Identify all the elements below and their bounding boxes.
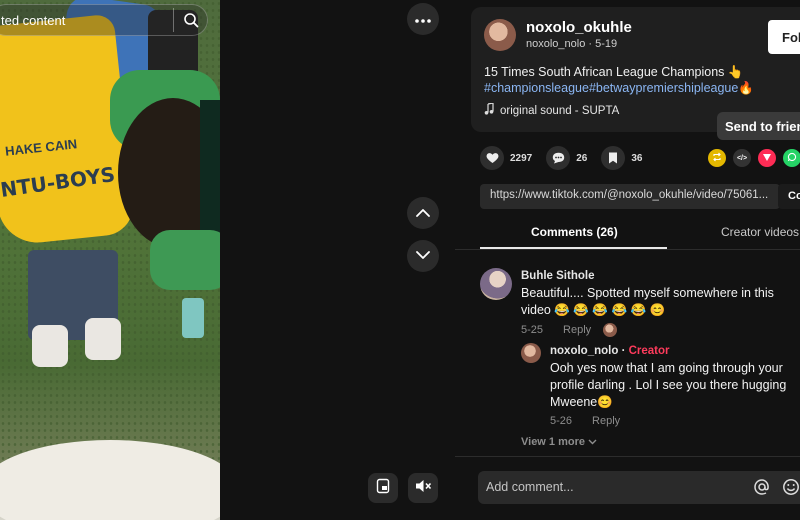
composer-divider xyxy=(455,456,800,457)
comment-meta: 5-25 Reply xyxy=(521,323,618,337)
video-player[interactable]: HAKE CAIN NTU-BOYS ted content xyxy=(0,0,220,520)
reply-reply-button[interactable]: Reply xyxy=(592,415,620,427)
more-options-icon xyxy=(415,10,431,28)
video-shoe-left xyxy=(32,325,68,367)
creator-liked-avatar xyxy=(603,323,618,337)
music-note-icon xyxy=(484,102,494,118)
reply-date: 5-26 xyxy=(550,415,573,427)
comment-text: Beautiful.... Spotted myself somewhere i… xyxy=(521,286,774,317)
next-video-button[interactable] xyxy=(407,240,439,272)
send-to-friends-tooltip: Send to friends xyxy=(717,112,800,140)
mini-player-button[interactable] xyxy=(368,473,398,503)
view-more-replies-button[interactable]: View 1 more xyxy=(521,436,597,448)
post-description-text: 15 Times South African League Champions … xyxy=(484,65,744,79)
add-comment-input[interactable] xyxy=(486,477,726,497)
search-bar[interactable]: ted content xyxy=(0,4,208,36)
whatsapp-icon xyxy=(787,152,797,164)
comment-composer xyxy=(478,471,800,504)
author-avatar[interactable] xyxy=(484,19,516,51)
bookmark-icon xyxy=(601,146,626,170)
author-username[interactable]: noxolo_okuhle xyxy=(526,19,632,36)
volume-muted-icon xyxy=(414,478,432,499)
commenter-avatar[interactable] xyxy=(480,268,512,300)
action-bar: 2297 26 36 xyxy=(480,146,657,170)
video-white-fluff xyxy=(0,440,220,520)
whatsapp-share-button[interactable] xyxy=(783,149,800,167)
embed-button[interactable]: </> xyxy=(733,149,751,167)
comment-count: 26 xyxy=(576,152,588,164)
video-edge-shadow xyxy=(200,100,220,250)
mention-icon[interactable] xyxy=(753,478,771,501)
author-handle-date: noxolo_nolo · 5-19 xyxy=(526,38,618,50)
tab-comments[interactable]: Comments (26) xyxy=(531,225,618,239)
reply-author-name[interactable]: noxolo_nolo xyxy=(550,345,618,357)
like-button[interactable]: 2297 xyxy=(480,146,532,170)
reply-meta: 5-26 Reply xyxy=(550,415,620,427)
video-bottle xyxy=(182,298,204,338)
reply-author-line: noxolo_nolo · Creator xyxy=(550,345,670,357)
like-count: 2297 xyxy=(510,152,533,164)
reply-separator: · xyxy=(621,345,629,357)
active-tab-indicator xyxy=(480,247,667,249)
search-icon[interactable] xyxy=(173,8,207,32)
reply-text: Ooh yes now that I am going through your… xyxy=(550,361,787,409)
video-green-arm xyxy=(150,230,220,290)
comment-reply-button[interactable]: Reply xyxy=(563,324,591,336)
post-hashtags[interactable]: #championsleague#betwaypremiershipleague… xyxy=(484,80,800,96)
search-input-text[interactable]: ted content xyxy=(0,13,173,28)
previous-video-button[interactable] xyxy=(407,197,439,229)
save-count: 36 xyxy=(631,152,643,164)
copy-link-button[interactable]: Co xyxy=(778,184,800,209)
share-repost-button[interactable] xyxy=(708,149,726,167)
sound-label: original sound - SUPTA xyxy=(500,104,620,117)
emoji-icon[interactable] xyxy=(782,478,800,501)
comment-tabs: Comments (26) Creator videos xyxy=(455,216,800,250)
comment-button[interactable]: 26 xyxy=(546,146,587,170)
heart-icon xyxy=(480,146,504,170)
comment-date: 5-25 xyxy=(521,324,544,336)
mini-player-icon xyxy=(375,478,391,499)
more-options-button[interactable] xyxy=(407,3,439,35)
details-panel: noxolo_okuhle noxolo_nolo · 5-19 Foll 15… xyxy=(455,0,800,520)
video-shoe-right xyxy=(85,318,121,360)
tab-creator-videos[interactable]: Creator videos xyxy=(721,225,799,239)
chevron-up-icon xyxy=(416,204,430,222)
reply-author-avatar[interactable] xyxy=(521,343,541,363)
video-link-field[interactable]: https://www.tiktok.com/@noxolo_okuhle/vi… xyxy=(480,184,780,209)
save-button[interactable]: 36 xyxy=(601,146,643,170)
send-to-friends-button[interactable] xyxy=(758,149,776,167)
repost-icon xyxy=(712,152,722,164)
sound-link[interactable]: original sound - SUPTA xyxy=(484,102,620,118)
comment-bubble-icon xyxy=(546,146,571,170)
chevron-down-small-icon xyxy=(588,436,597,448)
send-icon xyxy=(762,152,772,164)
mute-button[interactable] xyxy=(408,473,438,503)
post-description: 15 Times South African League Champions … xyxy=(484,64,800,96)
commenter-name[interactable]: Buhle Sithole xyxy=(521,270,594,282)
creator-badge: Creator xyxy=(628,345,670,357)
code-icon: </> xyxy=(736,154,748,162)
chevron-down-icon xyxy=(416,247,430,265)
follow-button[interactable]: Foll xyxy=(768,20,800,54)
view-more-label: View 1 more xyxy=(521,436,585,448)
